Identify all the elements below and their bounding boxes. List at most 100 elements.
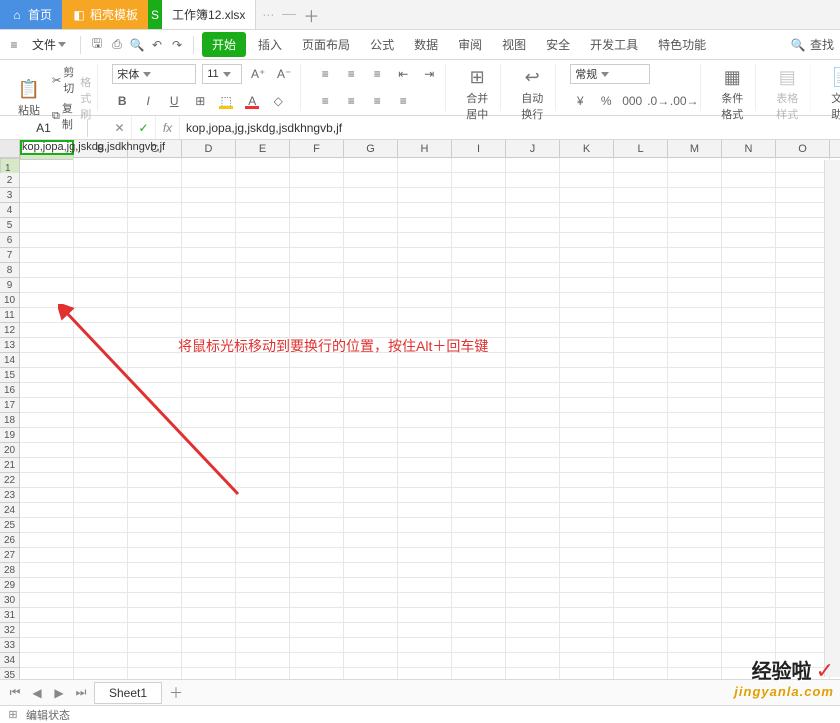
cell[interactable] xyxy=(776,563,830,577)
cell[interactable] xyxy=(128,608,182,622)
cell[interactable] xyxy=(398,458,452,472)
cell[interactable] xyxy=(20,638,74,652)
row-header[interactable]: 34 xyxy=(0,653,20,668)
cell[interactable] xyxy=(506,518,560,532)
cell[interactable] xyxy=(236,308,290,322)
cell[interactable] xyxy=(128,338,182,352)
cell[interactable] xyxy=(182,458,236,472)
cell[interactable] xyxy=(506,323,560,337)
cell[interactable] xyxy=(560,338,614,352)
cell[interactable] xyxy=(776,578,830,592)
cell[interactable] xyxy=(74,158,128,172)
cell[interactable] xyxy=(128,413,182,427)
cell[interactable] xyxy=(506,503,560,517)
cell[interactable] xyxy=(560,608,614,622)
cell[interactable] xyxy=(182,293,236,307)
cell[interactable] xyxy=(506,593,560,607)
cell[interactable] xyxy=(398,548,452,562)
column-header[interactable]: F xyxy=(290,140,344,157)
cell[interactable] xyxy=(20,443,74,457)
cell[interactable] xyxy=(290,563,344,577)
print-icon[interactable]: ⎙ xyxy=(109,37,125,53)
tab-formula[interactable]: 公式 xyxy=(362,32,402,57)
cell[interactable] xyxy=(614,233,668,247)
cell[interactable] xyxy=(722,638,776,652)
cell[interactable] xyxy=(128,563,182,577)
cell[interactable] xyxy=(560,503,614,517)
cell[interactable] xyxy=(128,503,182,517)
cell[interactable] xyxy=(74,638,128,652)
cell[interactable] xyxy=(20,608,74,622)
cell[interactable] xyxy=(128,398,182,412)
cell[interactable] xyxy=(398,158,452,172)
cell[interactable] xyxy=(236,203,290,217)
cell[interactable] xyxy=(236,458,290,472)
cell[interactable] xyxy=(128,593,182,607)
cell[interactable] xyxy=(344,458,398,472)
cell[interactable] xyxy=(74,428,128,442)
cell[interactable] xyxy=(128,188,182,202)
cell[interactable] xyxy=(668,578,722,592)
column-header[interactable]: E xyxy=(236,140,290,157)
cell[interactable] xyxy=(128,428,182,442)
align-center-button[interactable]: ≡ xyxy=(341,91,361,111)
font-name-select[interactable]: 宋体 xyxy=(112,64,196,84)
cell[interactable] xyxy=(452,623,506,637)
cell[interactable] xyxy=(452,308,506,322)
cell[interactable] xyxy=(236,278,290,292)
cell[interactable] xyxy=(398,488,452,502)
cell[interactable] xyxy=(776,158,830,172)
cell[interactable] xyxy=(290,158,344,172)
cell[interactable] xyxy=(560,563,614,577)
cell[interactable] xyxy=(20,458,74,472)
cell[interactable] xyxy=(560,308,614,322)
cell[interactable] xyxy=(344,428,398,442)
cell[interactable] xyxy=(560,488,614,502)
cell[interactable] xyxy=(398,518,452,532)
cell[interactable] xyxy=(452,173,506,187)
row-header[interactable]: 8 xyxy=(0,263,20,278)
cell[interactable] xyxy=(128,518,182,532)
cell[interactable] xyxy=(452,233,506,247)
cell[interactable] xyxy=(236,323,290,337)
tab-security[interactable]: 安全 xyxy=(538,32,578,57)
cell[interactable] xyxy=(344,593,398,607)
cell[interactable] xyxy=(452,578,506,592)
cell[interactable] xyxy=(776,428,830,442)
cell[interactable] xyxy=(722,188,776,202)
cell[interactable] xyxy=(344,323,398,337)
cell[interactable] xyxy=(182,203,236,217)
cell[interactable] xyxy=(182,443,236,457)
cell[interactable] xyxy=(614,623,668,637)
cell[interactable] xyxy=(776,263,830,277)
cell[interactable] xyxy=(722,608,776,622)
cell[interactable] xyxy=(668,338,722,352)
row-header[interactable]: 22 xyxy=(0,473,20,488)
cell[interactable] xyxy=(344,293,398,307)
cell[interactable] xyxy=(128,443,182,457)
cell[interactable] xyxy=(290,578,344,592)
cell[interactable] xyxy=(722,413,776,427)
cell[interactable] xyxy=(668,233,722,247)
cell[interactable] xyxy=(290,518,344,532)
cell[interactable] xyxy=(398,653,452,667)
cell[interactable] xyxy=(236,293,290,307)
row-header[interactable]: 18 xyxy=(0,413,20,428)
cell[interactable] xyxy=(344,158,398,172)
row-header[interactable]: 28 xyxy=(0,563,20,578)
cell[interactable] xyxy=(506,203,560,217)
sheet-nav-next[interactable]: ▶ xyxy=(50,686,68,700)
cell[interactable] xyxy=(452,638,506,652)
cell[interactable] xyxy=(668,593,722,607)
cell[interactable] xyxy=(74,203,128,217)
tab-devtools[interactable]: 开发工具 xyxy=(582,32,646,57)
cell[interactable] xyxy=(776,398,830,412)
cell[interactable] xyxy=(128,653,182,667)
increase-font-button[interactable]: A⁺ xyxy=(248,64,268,84)
cell[interactable] xyxy=(614,533,668,547)
cell[interactable] xyxy=(668,428,722,442)
cell[interactable] xyxy=(614,278,668,292)
cell[interactable] xyxy=(722,263,776,277)
cell[interactable] xyxy=(614,398,668,412)
cell[interactable] xyxy=(182,608,236,622)
